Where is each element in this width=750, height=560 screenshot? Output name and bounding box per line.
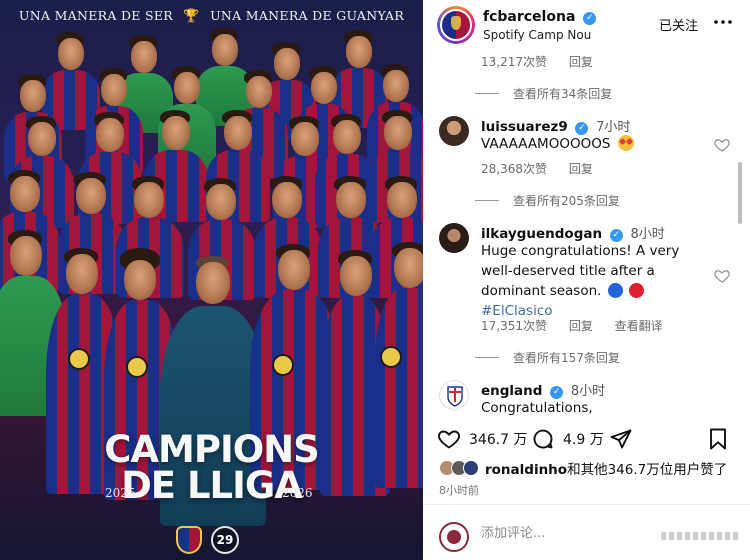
comment-meta: 13,217次赞 回复 — [481, 53, 611, 70]
comment-text: Congratulations, — [481, 400, 593, 416]
emoji-picker-icon[interactable] — [661, 532, 741, 540]
commenter-avatar[interactable] — [439, 116, 469, 146]
comment-like-count: 28,368次赞 — [481, 162, 547, 176]
comment-text: VAAAAAMOOOOOS — [481, 134, 706, 154]
comment-like-count: 17,351次赞 — [481, 319, 547, 333]
like-count: 346.7 万 — [469, 432, 528, 448]
comment-text: Huge congratulations! A very well-deserv… — [481, 241, 706, 321]
comment-item: ilkayguendogan ✓ 8小时 Huge congratulation… — [439, 223, 739, 323]
commenter-username[interactable]: england — [481, 383, 542, 399]
comment-time: 8小时 — [570, 384, 606, 399]
comments-list[interactable]: 13,217次赞 回复 查看所有34条回复 luissuarez9 ✓ 7小时 … — [423, 50, 750, 418]
england-crest-icon — [447, 386, 463, 407]
comment-body: VAAAAAMOOOOOS — [481, 136, 611, 152]
title-count-badge: 29 — [211, 526, 239, 554]
comments-scrollbar[interactable] — [738, 162, 742, 224]
season-end-year: 2026 — [282, 486, 313, 500]
comment-body-line: well-deserved title after a — [481, 263, 655, 279]
comment-body-line: dominant season. — [481, 281, 706, 301]
comment-composer — [423, 512, 750, 560]
liker-avatar — [463, 460, 479, 476]
comment-button[interactable]: 4.9 万 — [531, 424, 604, 454]
club-crest-icon — [176, 526, 202, 554]
verified-icon: ✓ — [583, 12, 597, 25]
reply-button[interactable]: 回复 — [569, 319, 593, 333]
commenter-username[interactable]: luissuarez9 — [481, 119, 568, 135]
season-start-year: 2025 — [105, 486, 136, 500]
view-replies-button[interactable]: 查看所有205条回复 — [513, 192, 620, 209]
see-translation-button[interactable]: 查看翻译 — [615, 319, 663, 333]
poster-title-line2: DE LLIGA — [121, 464, 303, 507]
comment-like-heart-icon[interactable] — [713, 267, 731, 285]
commenter-avatar[interactable] — [439, 380, 469, 410]
divider — [423, 504, 750, 505]
heart-icon — [438, 430, 460, 449]
poster-title: CAMPIONS DE LLIGA — [0, 428, 423, 507]
comment-meta: 28,368次赞 回复 — [481, 160, 611, 177]
comment-bubble-icon — [533, 429, 553, 449]
following-button[interactable]: 已关注 — [659, 15, 698, 34]
post-panel: fcbarcelona ✓ Spotify Camp Nou 已关注 13,21… — [423, 0, 750, 560]
comment-time: 8小时 — [630, 227, 665, 242]
post-timestamp: 8小时前 — [439, 484, 479, 497]
post-action-bar: 346.7 万 4.9 万 — [423, 424, 750, 454]
current-user-avatar — [439, 522, 469, 552]
comment-meta: 17,351次赞 回复 查看翻译 — [481, 317, 681, 334]
add-comment-input[interactable] — [481, 526, 661, 541]
commenter-username-row[interactable]: luissuarez9 ✓ 7小时 — [481, 116, 630, 135]
author-username[interactable]: fcbarcelona — [483, 9, 575, 25]
comment-time: 7小时 — [596, 120, 631, 135]
post-location[interactable]: Spotify Camp Nou — [483, 28, 591, 42]
comment-body-line: Huge congratulations! A very — [481, 243, 680, 259]
bookmark-icon[interactable] — [707, 427, 729, 451]
poster-title-line1: CAMPIONS — [104, 428, 320, 471]
author-username-row[interactable]: fcbarcelona ✓ — [483, 9, 597, 25]
liked-by-text: ronaldinho和其他346.7万位用户赞了 — [485, 458, 727, 478]
reply-button[interactable]: 回复 — [569, 55, 593, 69]
comment-item: england ✓ 8小时 Congratulations, — [439, 380, 739, 418]
star-struck-emoji-icon — [617, 135, 634, 151]
commenter-avatar[interactable] — [439, 223, 469, 253]
view-replies-button[interactable]: 查看所有34条回复 — [513, 85, 612, 102]
comment-like-heart-icon[interactable] — [713, 136, 731, 154]
liked-by-row[interactable]: ronaldinho和其他346.7万位用户赞了 — [439, 458, 739, 478]
post-header: fcbarcelona ✓ Spotify Camp Nou 已关注 — [423, 0, 750, 50]
view-replies-button[interactable]: 查看所有157条回复 — [513, 349, 620, 366]
comment-body-end: dominant season. — [481, 283, 602, 299]
post-image[interactable]: UNA MANERA DE SER 🏆 UNA MANERA DE GUANYA… — [0, 0, 423, 560]
liked-by-others[interactable]: 和其他346.7万位用户赞了 — [567, 462, 727, 478]
liked-by-user[interactable]: ronaldinho — [485, 462, 567, 478]
red-circle-emoji-icon — [629, 283, 645, 298]
blue-circle-emoji-icon — [607, 283, 623, 298]
commenter-username-row[interactable]: england ✓ 8小时 — [481, 380, 605, 399]
reply-button[interactable]: 回复 — [569, 162, 593, 176]
author-avatar[interactable] — [437, 6, 475, 44]
more-options-icon[interactable] — [711, 10, 735, 34]
comment-count: 4.9 万 — [563, 432, 604, 448]
share-send-icon[interactable] — [609, 427, 633, 451]
comment-like-count: 13,217次赞 — [481, 55, 547, 69]
commenter-username-row[interactable]: ilkayguendogan ✓ 8小时 — [481, 223, 665, 242]
commenter-username[interactable]: ilkayguendogan — [481, 226, 602, 242]
like-button[interactable]: 346.7 万 — [437, 424, 528, 454]
